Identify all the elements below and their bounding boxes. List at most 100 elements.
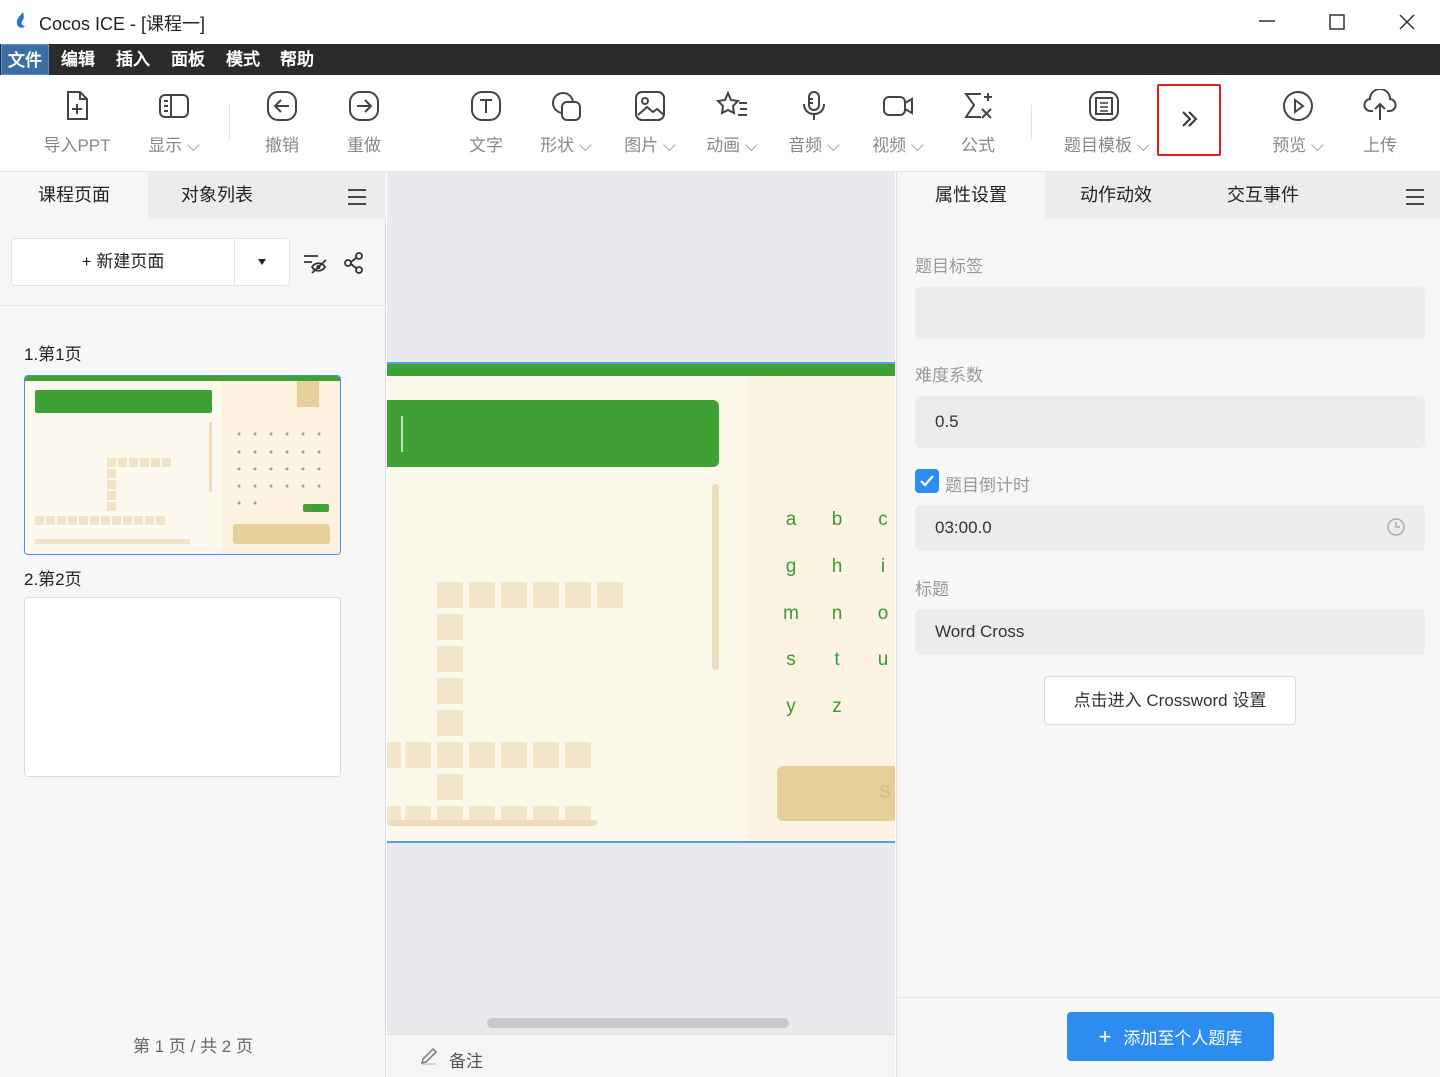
- tab-course-pages[interactable]: 课程页面: [0, 172, 148, 219]
- crossword-cell[interactable]: [533, 806, 559, 820]
- crossword-cell[interactable]: [387, 742, 401, 768]
- crossword-settings-button[interactable]: 点击进入 Crossword 设置: [1044, 676, 1296, 725]
- more-tools-button[interactable]: [1157, 84, 1221, 156]
- letter-tile[interactable]: o: [873, 603, 893, 625]
- letter-tile[interactable]: i: [873, 556, 893, 578]
- letter-tile[interactable]: n: [827, 603, 847, 625]
- countdown-time-input[interactable]: 03:00.0: [915, 505, 1425, 551]
- crossword-cell[interactable]: [501, 582, 527, 608]
- undo-button[interactable]: 撤销: [262, 75, 302, 172]
- menu-file[interactable]: 文件: [1, 44, 49, 75]
- menu-insert[interactable]: 插入: [110, 44, 156, 75]
- menu-panel[interactable]: 面板: [165, 44, 211, 75]
- tab-object-list[interactable]: 对象列表: [148, 172, 286, 219]
- letter-tile[interactable]: g: [781, 556, 801, 578]
- title-input[interactable]: Word Cross: [915, 609, 1425, 655]
- crossword-cell[interactable]: [405, 742, 431, 768]
- upload-button[interactable]: 上传: [1360, 75, 1400, 172]
- crossword-cell[interactable]: [387, 806, 401, 820]
- letter-tile[interactable]: m: [781, 603, 801, 625]
- new-page-group: + 新建页面: [11, 238, 290, 286]
- tab-action-effects[interactable]: 动作动效: [1045, 172, 1187, 219]
- text-button[interactable]: 文字: [466, 75, 506, 172]
- video-button[interactable]: 视频 ⌵: [872, 75, 924, 172]
- close-button[interactable]: [1376, 0, 1436, 44]
- crossword-cell[interactable]: [437, 582, 463, 608]
- share-icon[interactable]: [343, 252, 365, 274]
- crossword-cell[interactable]: [437, 742, 463, 768]
- new-page-button[interactable]: + 新建页面: [12, 239, 234, 285]
- crossword-cell[interactable]: [437, 678, 463, 704]
- tab-interaction-events[interactable]: 交互事件: [1187, 172, 1339, 219]
- slide-title-banner[interactable]: [387, 400, 719, 467]
- crossword-cell[interactable]: [469, 742, 495, 768]
- letter-tile[interactable]: s: [781, 649, 801, 671]
- import-ppt-button[interactable]: 导入PPT: [43, 75, 111, 172]
- preview-button[interactable]: 预览 ⌵: [1272, 75, 1324, 172]
- slide-scrollbar[interactable]: [712, 484, 719, 670]
- letter-tile[interactable]: b: [827, 509, 847, 531]
- crossword-cell[interactable]: [501, 806, 527, 820]
- letter-tile[interactable]: a: [781, 509, 801, 531]
- difficulty-input[interactable]: 0.5: [915, 396, 1425, 448]
- crossword-cell[interactable]: [533, 582, 559, 608]
- clock-icon[interactable]: [1386, 517, 1406, 537]
- question-tag-input[interactable]: [915, 287, 1425, 339]
- slide-canvas[interactable]: a b c g h i m n o s t u y z S: [387, 362, 895, 843]
- letter-tile[interactable]: c: [873, 509, 893, 531]
- page-count: 第 1 页 / 共 2 页: [133, 1037, 253, 1056]
- canvas-horizontal-scrollbar[interactable]: [487, 1018, 789, 1028]
- crossword-cell[interactable]: [501, 742, 527, 768]
- display-button[interactable]: 显示 ⌵: [148, 75, 200, 172]
- crossword-cell[interactable]: [437, 774, 463, 800]
- countdown-checkbox[interactable]: [915, 469, 939, 493]
- menu-mode[interactable]: 模式: [220, 44, 266, 75]
- question-template-button[interactable]: 题目模板 ⌵: [1064, 75, 1150, 172]
- crossword-cell[interactable]: [437, 614, 463, 640]
- minimize-button[interactable]: [1236, 0, 1296, 44]
- letter-tile[interactable]: u: [873, 649, 893, 671]
- crossword-cell[interactable]: [469, 582, 495, 608]
- audio-button[interactable]: 音频 ⌵: [788, 75, 840, 172]
- letter-tile[interactable]: t: [827, 649, 847, 671]
- hide-pages-icon[interactable]: [302, 252, 328, 274]
- add-to-bank-label: 添加至个人题库: [1123, 1029, 1243, 1048]
- video-camera-icon: [883, 96, 913, 116]
- shape-button[interactable]: 形状 ⌵: [540, 75, 592, 172]
- crossword-cell[interactable]: [565, 806, 591, 820]
- animation-button[interactable]: 动画 ⌵: [706, 75, 758, 172]
- star-animation-icon: [715, 90, 747, 116]
- canvas-area[interactable]: a b c g h i m n o s t u y z S 备注: [387, 172, 895, 1077]
- page-thumbnail-2[interactable]: [24, 597, 341, 777]
- crossword-cell[interactable]: [437, 806, 463, 820]
- crossword-cell[interactable]: [437, 646, 463, 672]
- tab-property-settings[interactable]: 属性设置: [897, 172, 1045, 219]
- formula-button[interactable]: 公式: [958, 75, 998, 172]
- crossword-cell[interactable]: [565, 582, 591, 608]
- divider: [0, 305, 386, 306]
- caret-down-icon: [258, 259, 266, 265]
- letter-tile[interactable]: y: [781, 696, 801, 718]
- redo-icon: [349, 91, 379, 121]
- crossword-cell[interactable]: [597, 582, 623, 608]
- image-button[interactable]: 图片 ⌵: [624, 75, 676, 172]
- new-page-dropdown[interactable]: [234, 239, 290, 285]
- letter-tile[interactable]: h: [827, 556, 847, 578]
- crossword-cell[interactable]: [565, 742, 591, 768]
- right-panel-menu-icon[interactable]: [1404, 186, 1426, 208]
- crossword-cell[interactable]: [405, 806, 431, 820]
- redo-button[interactable]: 重做: [344, 75, 384, 172]
- notes-bar[interactable]: 备注: [387, 1034, 895, 1077]
- letter-tile[interactable]: z: [827, 696, 847, 718]
- crossword-cell[interactable]: [469, 806, 495, 820]
- crossword-cell[interactable]: [533, 742, 559, 768]
- slide-submit-button[interactable]: S: [777, 766, 895, 821]
- page-thumbnail-1[interactable]: [24, 375, 341, 555]
- redo-label: 重做: [347, 136, 381, 155]
- menu-edit[interactable]: 编辑: [55, 44, 101, 75]
- menu-help[interactable]: 帮助: [274, 44, 320, 75]
- add-to-personal-bank-button[interactable]: + 添加至个人题库: [1067, 1012, 1274, 1061]
- crossword-cell[interactable]: [437, 710, 463, 736]
- left-panel-menu-icon[interactable]: [346, 186, 368, 208]
- maximize-button[interactable]: [1306, 0, 1366, 44]
